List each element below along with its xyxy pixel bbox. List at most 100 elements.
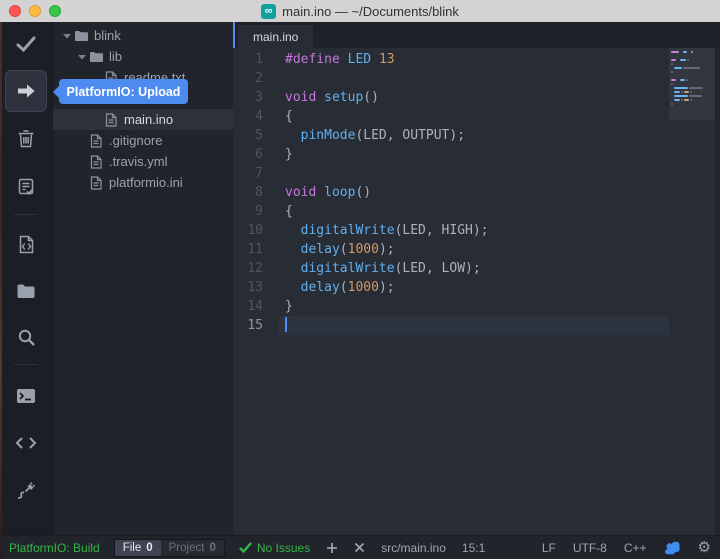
- text-editor[interactable]: 1#define LED 1323void setup()4{5 pinMode…: [233, 48, 720, 536]
- code-text: digitalWrite(LED, LOW);: [279, 259, 669, 278]
- zoom-window-button[interactable]: [49, 5, 61, 17]
- tab-bar: main.ino: [233, 22, 720, 48]
- chevron-down-icon[interactable]: [61, 33, 73, 39]
- tree-item-label: .gitignore: [109, 133, 162, 148]
- toolbar-terminal-button[interactable]: [5, 375, 47, 417]
- upload-tooltip: PlatformIO: Upload: [59, 79, 188, 104]
- file-code-icon: [18, 235, 35, 254]
- tree-item-label: platformio.ini: [109, 175, 183, 190]
- close-panel-button[interactable]: [354, 542, 365, 553]
- code-line-6: 6}: [233, 145, 669, 164]
- code-text: #define LED 13: [279, 50, 669, 69]
- line-number: 4: [233, 107, 279, 126]
- tree-item-platformio.ini[interactable]: platformio.ini: [53, 172, 233, 193]
- plus-icon: [326, 542, 338, 554]
- tree-item-label: lib: [109, 49, 122, 64]
- file-issues-button[interactable]: File 0: [115, 540, 161, 556]
- editor-pane: main.ino 1#define LED 1323void setup()4{…: [233, 22, 720, 536]
- toolbar-open-project-button[interactable]: [5, 270, 47, 312]
- file-icon: [88, 175, 104, 191]
- tree-item-.travis.yml[interactable]: .travis.yml: [53, 151, 233, 172]
- line-number: 9: [233, 202, 279, 221]
- code-line-13: 13 delay(1000);: [233, 278, 669, 297]
- code-line-15: 15: [233, 316, 669, 335]
- project-issues-label: Project: [169, 542, 205, 554]
- code-line-14: 14}: [233, 297, 669, 316]
- tree-item-.gitignore[interactable]: .gitignore: [53, 130, 233, 151]
- encoding-selector[interactable]: UTF-8: [573, 541, 607, 555]
- toolbar-serial-monitor-button[interactable]: [5, 469, 47, 511]
- line-number: 12: [233, 259, 279, 278]
- line-number: 7: [233, 164, 279, 183]
- toolbar-atom-code-button[interactable]: [5, 422, 47, 464]
- line-number: 3: [233, 88, 279, 107]
- issues-scope-toggle: File 0 Project 0: [114, 539, 225, 557]
- toolbar-initialize-project-button[interactable]: [5, 223, 47, 265]
- cursor-position[interactable]: 15:1: [462, 541, 485, 555]
- file-icon: [88, 154, 104, 170]
- file-icon: [103, 112, 119, 128]
- grammar-selector[interactable]: C++: [624, 541, 647, 555]
- code-line-9: 9{: [233, 202, 669, 221]
- toolbar-clean-button[interactable]: [5, 117, 47, 159]
- toolbar-build-button[interactable]: [5, 23, 47, 65]
- traffic-lights: [9, 0, 61, 22]
- minimap[interactable]: [669, 48, 715, 536]
- gear-icon[interactable]: ⚙: [698, 540, 711, 555]
- tree-item-lib[interactable]: lib: [53, 46, 233, 67]
- folder-icon: [16, 283, 36, 299]
- tab-main-ino[interactable]: main.ino: [238, 25, 313, 48]
- toolbar-find-button[interactable]: [5, 316, 47, 358]
- code-line-5: 5 pinMode(LED, OUTPUT);: [233, 126, 669, 145]
- line-number: 15: [233, 316, 279, 335]
- code-line-7: 7: [233, 164, 669, 183]
- code-text: }: [279, 297, 669, 316]
- line-number: 5: [233, 126, 279, 145]
- add-panel-button[interactable]: [326, 542, 338, 554]
- code-line-8: 8void loop(): [233, 183, 669, 202]
- file-issues-label: File: [123, 542, 142, 554]
- toolbar-separator: [14, 214, 38, 215]
- plug-icon: [16, 481, 36, 500]
- tree-item-blink[interactable]: blink: [53, 25, 233, 46]
- project-issues-button[interactable]: Project 0: [161, 540, 224, 556]
- code-text: {: [279, 107, 669, 126]
- app-window: ∞ main.ino — ~/Documents/blink PlatformI…: [0, 0, 720, 559]
- current-file-path: src/main.ino: [381, 541, 446, 555]
- scrollbar-track[interactable]: [715, 48, 720, 536]
- platformio-build-status[interactable]: PlatformIO: Build: [9, 541, 100, 555]
- code-lines: 1#define LED 1323void setup()4{5 pinMode…: [233, 50, 669, 335]
- window-title: main.ino — ~/Documents/blink: [282, 4, 459, 19]
- close-icon: [354, 542, 365, 553]
- toolbar-upload-button[interactable]: [5, 70, 47, 112]
- code-line-12: 12 digitalWrite(LED, LOW);: [233, 259, 669, 278]
- line-number: 13: [233, 278, 279, 297]
- folder-icon: [73, 28, 89, 44]
- code-text: delay(1000);: [279, 240, 669, 259]
- code-brackets-icon: [15, 436, 37, 450]
- toolbar-test-button[interactable]: [5, 165, 47, 207]
- line-ending-selector[interactable]: LF: [542, 541, 556, 555]
- code-line-1: 1#define LED 13: [233, 50, 669, 69]
- tab-label: main.ino: [253, 30, 298, 44]
- project-issues-count: 0: [209, 542, 215, 554]
- clipboard-check-icon: [17, 177, 35, 196]
- arrow-right-icon: [16, 83, 36, 99]
- code-text: void setup(): [279, 88, 669, 107]
- file-issues-count: 0: [146, 542, 152, 554]
- text-cursor: [285, 317, 287, 332]
- minimize-window-button[interactable]: [29, 5, 41, 17]
- folder-icon: [88, 49, 104, 65]
- line-number: 8: [233, 183, 279, 202]
- minimap-viewport[interactable]: [669, 48, 715, 120]
- code-text: {: [279, 202, 669, 221]
- deprecation-cop-button[interactable]: [664, 541, 681, 555]
- code-text: delay(1000);: [279, 278, 669, 297]
- no-issues-indicator[interactable]: No Issues: [239, 541, 310, 555]
- tree-item-main.ino[interactable]: main.ino: [53, 109, 233, 130]
- close-window-button[interactable]: [9, 5, 21, 17]
- chevron-down-icon[interactable]: [76, 54, 88, 60]
- titlebar: ∞ main.ino — ~/Documents/blink: [0, 0, 720, 23]
- code-line-4: 4{: [233, 107, 669, 126]
- trash-icon: [17, 129, 35, 148]
